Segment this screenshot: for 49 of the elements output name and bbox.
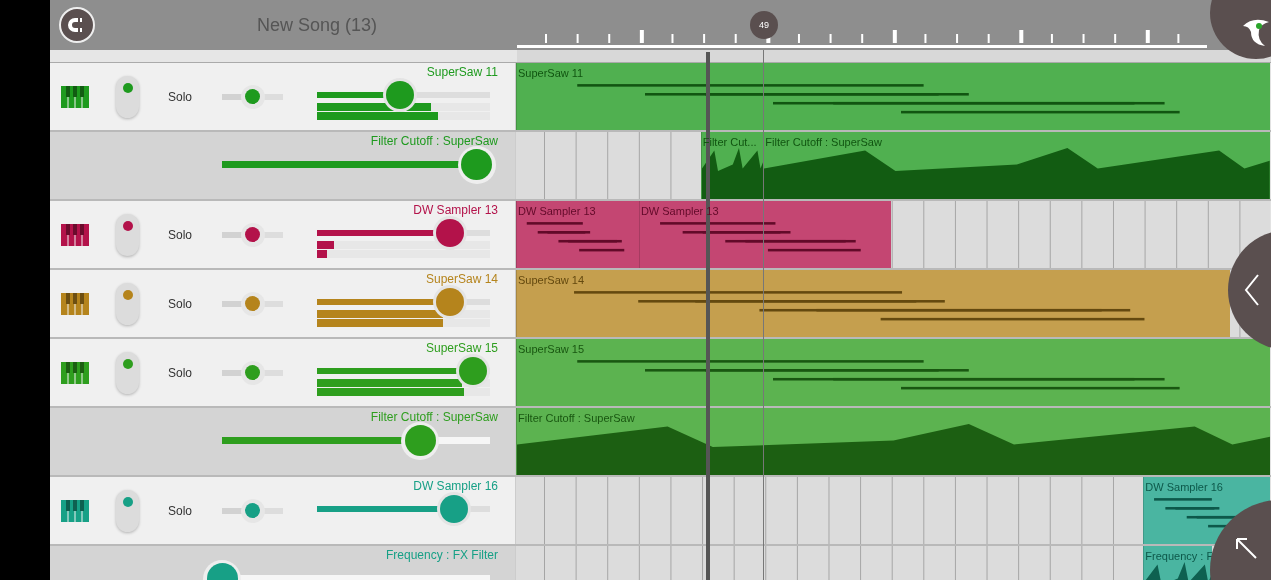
piano-icon[interactable] xyxy=(61,223,89,246)
track-name: SuperSaw 15 xyxy=(425,340,498,355)
piano-icon[interactable] xyxy=(61,361,89,384)
solo-label[interactable]: Solo xyxy=(168,365,198,380)
clip-label: Frequency : F xyxy=(1144,549,1212,562)
piano-icon[interactable] xyxy=(61,85,89,108)
solo-label[interactable]: Solo xyxy=(168,89,198,104)
clip[interactable]: Frequency : F xyxy=(1143,546,1212,580)
clip[interactable]: SuperSaw 14 xyxy=(516,270,1231,337)
clip[interactable]: SuperSaw 11 xyxy=(516,63,1270,130)
piano-icon[interactable] xyxy=(61,292,89,315)
clip-label: Filter Cutoff : SuperSaw xyxy=(764,135,882,148)
track-toggle[interactable] xyxy=(116,489,139,532)
playhead-marker[interactable]: 49 xyxy=(750,11,778,39)
clip-label: DW Sampler 16 xyxy=(1144,480,1223,493)
clip-label: Filter Cutoff : SuperSaw xyxy=(517,411,635,424)
track-toggle[interactable] xyxy=(116,213,139,256)
automation-name: Filter Cutoff : SuperSaw xyxy=(370,133,498,148)
pan-slider[interactable] xyxy=(222,291,283,316)
song-title: New Song (13) xyxy=(257,14,378,36)
track-toggle[interactable] xyxy=(116,75,139,118)
track-toggle[interactable] xyxy=(116,351,139,394)
magnet-button[interactable] xyxy=(59,7,95,43)
pan-slider[interactable] xyxy=(222,222,283,247)
clip[interactable]: SuperSaw 15 xyxy=(516,339,1270,406)
solo-label[interactable]: Solo xyxy=(168,503,198,518)
track-name: DW Sampler 13 xyxy=(413,202,498,217)
clip-label: SuperSaw 11 xyxy=(517,66,584,79)
clip-label: DW Sampler 13 xyxy=(517,204,596,217)
track-name: SuperSaw 14 xyxy=(425,271,498,286)
automation-name: Filter Cutoff : SuperSaw xyxy=(370,409,498,424)
clip-label: SuperSaw 14 xyxy=(517,273,585,286)
track-toggle[interactable] xyxy=(116,282,139,325)
pan-slider[interactable] xyxy=(222,84,283,109)
pan-slider[interactable] xyxy=(222,498,283,523)
track-name: DW Sampler 16 xyxy=(413,478,498,493)
chevron-left-icon xyxy=(1244,273,1260,307)
track-name: SuperSaw 11 xyxy=(426,64,498,79)
pan-slider[interactable] xyxy=(222,360,283,385)
arrow-up-left-icon xyxy=(1234,536,1258,560)
piano-icon[interactable] xyxy=(61,499,89,522)
clip[interactable]: Filter Cutoff : SuperSaw xyxy=(516,408,1270,475)
solo-label[interactable]: Solo xyxy=(168,227,198,242)
volume-slider[interactable] xyxy=(317,492,490,526)
clip[interactable]: DW Sampler 13 xyxy=(516,201,639,268)
clip-label: SuperSaw 15 xyxy=(517,342,585,355)
solo-label[interactable]: Solo xyxy=(168,296,198,311)
automation-name: Frequency : FX Filter xyxy=(385,547,498,562)
clip[interactable]: Filter Cutoff : SuperSaw xyxy=(763,132,1270,199)
